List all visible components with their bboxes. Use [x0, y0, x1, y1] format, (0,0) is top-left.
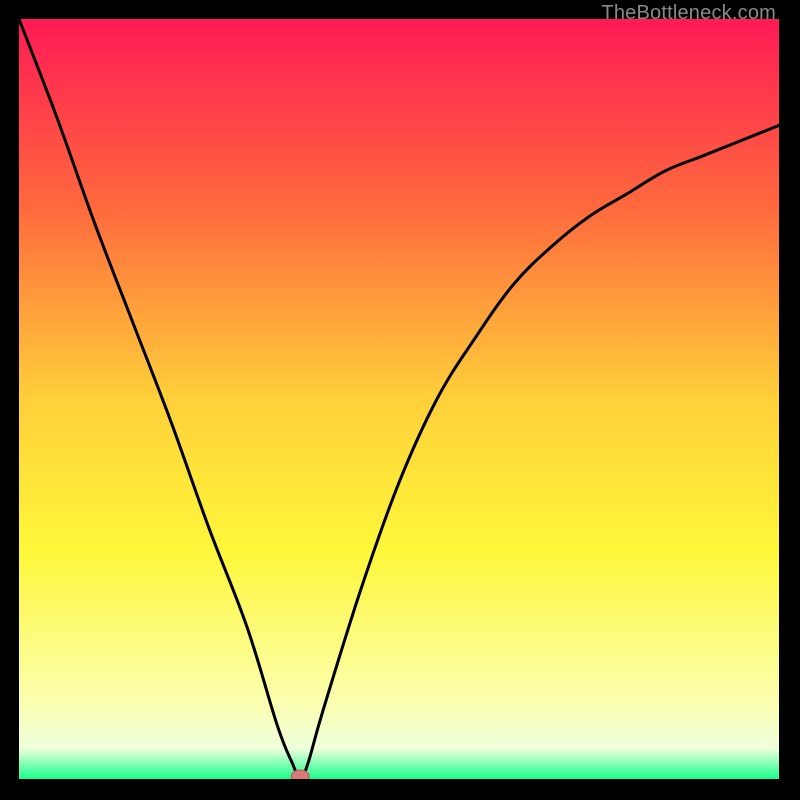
chart-background	[19, 19, 779, 779]
watermark-text: TheBottleneck.com	[601, 2, 776, 25]
bottleneck-chart	[19, 19, 779, 779]
chart-frame	[19, 19, 779, 779]
optimal-point-marker	[291, 770, 309, 779]
